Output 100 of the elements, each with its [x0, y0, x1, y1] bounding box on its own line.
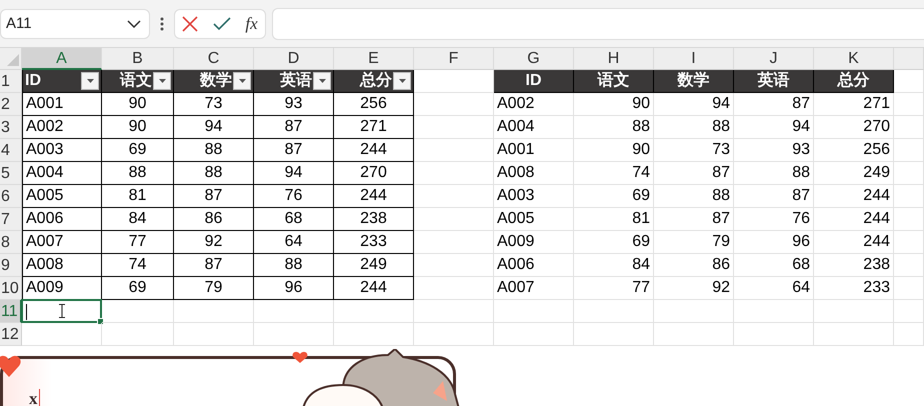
column-header[interactable]: I [654, 48, 734, 70]
filter-button[interactable] [233, 72, 251, 90]
empty-cell[interactable] [254, 323, 334, 346]
empty-cell[interactable] [414, 116, 494, 139]
empty-cell[interactable] [574, 323, 654, 346]
table-cell: 88 [734, 162, 814, 185]
table-cell: A005 [494, 208, 574, 231]
header-label: 语文 [120, 70, 152, 91]
name-box[interactable]: A11 [0, 8, 150, 38]
empty-cell[interactable] [102, 300, 174, 323]
empty-cell[interactable] [414, 300, 494, 323]
filter-button[interactable] [81, 72, 99, 90]
table-cell: A006 [22, 208, 102, 231]
empty-cell[interactable] [654, 323, 734, 346]
chevron-icon[interactable] [127, 20, 141, 28]
more-icon[interactable] [160, 16, 164, 30]
table-cell: 93 [734, 139, 814, 162]
empty-cell[interactable] [334, 323, 414, 346]
empty-cell[interactable] [494, 323, 574, 346]
select-all-button[interactable] [0, 48, 22, 70]
empty-cell[interactable] [414, 93, 494, 116]
table-cell: 238 [814, 254, 894, 277]
table-cell: 93 [254, 93, 334, 116]
row-header[interactable]: 1 [0, 70, 22, 93]
empty-cell[interactable] [894, 93, 924, 116]
column-header[interactable]: K [814, 48, 894, 70]
empty-cell[interactable] [654, 300, 734, 323]
empty-cell[interactable] [894, 116, 924, 139]
caret-icon [318, 79, 326, 83]
filter-button[interactable] [313, 72, 331, 90]
empty-cell[interactable] [894, 185, 924, 208]
table-cell: A005 [22, 185, 102, 208]
empty-cell[interactable] [894, 162, 924, 185]
caret-icon [86, 79, 94, 83]
column-header[interactable]: D [254, 48, 334, 70]
check-icon[interactable] [212, 16, 231, 30]
note-text: x [29, 389, 38, 406]
column-header[interactable] [894, 48, 924, 70]
table-cell: 68 [254, 208, 334, 231]
row-header[interactable]: 7 [0, 208, 22, 231]
insert-function-button[interactable]: fx [245, 14, 258, 34]
active-cell[interactable] [21, 299, 102, 323]
row-header[interactable]: 12 [0, 323, 22, 346]
empty-cell[interactable] [334, 300, 414, 323]
empty-cell[interactable] [414, 139, 494, 162]
empty-cell[interactable] [414, 254, 494, 277]
empty-cell[interactable] [894, 300, 924, 323]
formula-input[interactable] [272, 8, 924, 40]
column-header[interactable]: B [102, 48, 174, 70]
row-header[interactable]: 2 [0, 93, 22, 116]
row-header[interactable]: 4 [0, 139, 22, 162]
table-cell: 88 [254, 254, 334, 277]
row-header[interactable]: 9 [0, 254, 22, 277]
empty-cell[interactable] [574, 300, 654, 323]
row-header[interactable]: 8 [0, 231, 22, 254]
empty-cell[interactable] [414, 277, 494, 300]
empty-cell[interactable] [414, 231, 494, 254]
row-header[interactable]: 11 [0, 300, 22, 323]
empty-cell[interactable] [734, 300, 814, 323]
column-header[interactable]: G [494, 48, 574, 70]
table-cell: 74 [574, 162, 654, 185]
cancel-icon[interactable] [182, 16, 198, 32]
empty-cell[interactable] [894, 277, 924, 300]
filter-button[interactable] [393, 72, 411, 90]
empty-cell[interactable] [102, 323, 174, 346]
column-header[interactable]: E [334, 48, 414, 70]
table-cell: A007 [494, 277, 574, 300]
empty-cell[interactable] [894, 231, 924, 254]
empty-cell[interactable] [894, 208, 924, 231]
row-header[interactable]: 3 [0, 116, 22, 139]
empty-cell[interactable] [414, 185, 494, 208]
empty-cell[interactable] [414, 208, 494, 231]
empty-cell[interactable] [414, 162, 494, 185]
column-header[interactable]: C [174, 48, 254, 70]
empty-cell[interactable] [494, 300, 574, 323]
empty-cell[interactable] [174, 300, 254, 323]
empty-cell[interactable] [894, 323, 924, 346]
row-header[interactable]: 10 [0, 277, 22, 300]
column-header[interactable]: F [414, 48, 494, 70]
empty-cell[interactable] [734, 323, 814, 346]
empty-cell[interactable] [814, 323, 894, 346]
row-header[interactable]: 6 [0, 185, 22, 208]
table-cell: 249 [334, 254, 414, 277]
column-header[interactable]: J [734, 48, 814, 70]
header-label: 数学 [200, 70, 232, 91]
column-header[interactable]: H [574, 48, 654, 70]
table-cell: 244 [334, 277, 414, 300]
filter-button[interactable] [153, 72, 171, 90]
empty-cell[interactable] [254, 300, 334, 323]
table-cell: 76 [734, 208, 814, 231]
empty-cell[interactable] [814, 300, 894, 323]
table-cell: 87 [174, 185, 254, 208]
column-header[interactable]: A [22, 48, 102, 70]
empty-cell[interactable] [894, 254, 924, 277]
header-cell: 总分 [814, 70, 894, 93]
empty-cell[interactable] [174, 323, 254, 346]
empty-cell[interactable] [414, 323, 494, 346]
empty-cell[interactable] [894, 139, 924, 162]
table-cell: A001 [494, 139, 574, 162]
row-header[interactable]: 5 [0, 162, 22, 185]
